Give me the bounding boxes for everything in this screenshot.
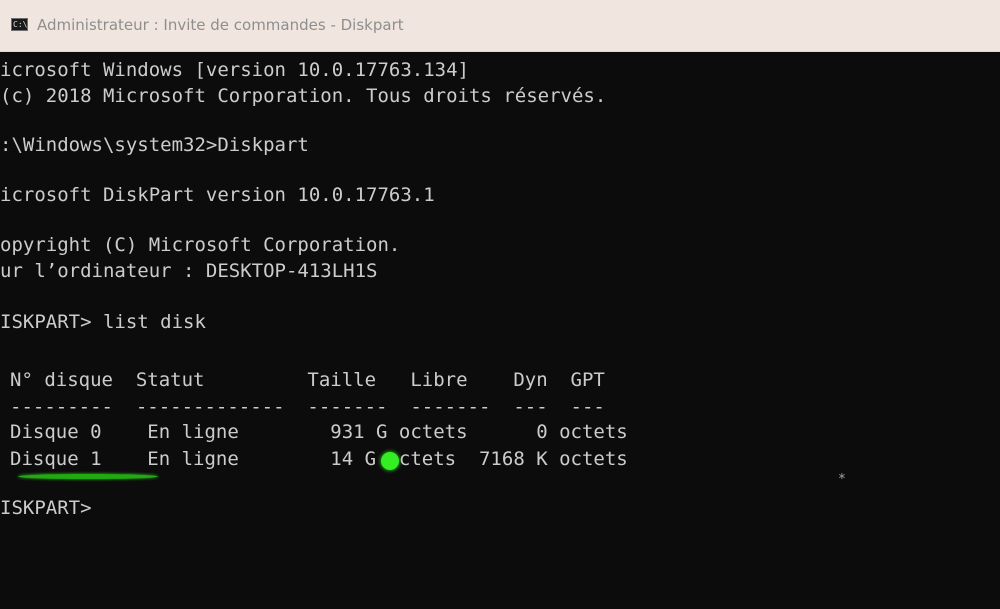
console-output[interactable]: icrosoft Windows [version 10.0.17763.134… (0, 52, 1000, 609)
console-line: icrosoft DiskPart version 10.0.17763.1 (0, 184, 435, 206)
console-prompt[interactable]: ISKPART> (0, 496, 92, 520)
command-prompt-window: C:\ Administrateur : Invite de commandes… (0, 0, 1000, 609)
disk-table-separator: --------- ------------- ------- ------- … (10, 396, 605, 418)
highlight-underline (18, 474, 158, 479)
console-command-line: ISKPART> list disk (0, 311, 206, 333)
cmd-icon[interactable]: C:\ (11, 18, 28, 31)
console-line: icrosoft Windows [version 10.0.17763.134… (0, 59, 469, 81)
window-title: Administrateur : Invite de commandes - D… (37, 16, 404, 34)
disk-table-row: Disque 1 En ligne 14 G octets 7168 K oct… (10, 448, 628, 470)
console-line: (c) 2018 Microsoft Corporation. Tous dro… (0, 85, 607, 107)
gpt-marker: * (838, 472, 846, 487)
console-line: :\Windows\system32>Diskpart (0, 134, 309, 156)
cmd-icon-glyph: C:\ (13, 20, 28, 29)
highlight-dot (381, 452, 399, 470)
console-line: opyright (C) Microsoft Corporation. (0, 234, 401, 256)
title-bar[interactable]: C:\ Administrateur : Invite de commandes… (0, 0, 1000, 52)
disk-table-header: N° disque Statut Taille Libre Dyn GPT (10, 369, 605, 391)
console-line: ur l’ordinateur : DESKTOP-413LH1S (0, 260, 378, 282)
disk-table-row: Disque 0 En ligne 931 G octets 0 octets (10, 421, 628, 443)
